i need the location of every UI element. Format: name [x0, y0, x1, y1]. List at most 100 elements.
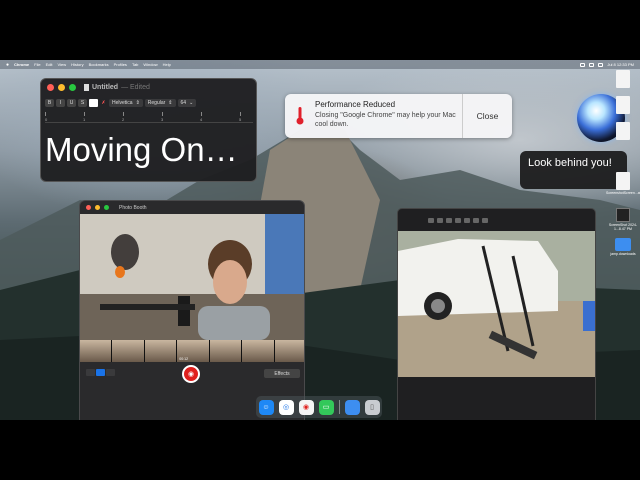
window-title: Photo Booth	[119, 204, 147, 211]
rotate-icon[interactable]	[473, 217, 479, 223]
textedit-window: Untitled — Edited B I U S ✗ Helvetica ⇕ R…	[40, 78, 257, 182]
apple-logo-icon[interactable]: ●	[6, 62, 9, 68]
menu-help[interactable]: Help	[163, 62, 171, 67]
ruler-tick	[162, 112, 163, 116]
photo-booth-icon[interactable]: ◉	[298, 399, 314, 415]
edited-indicator: — Edited	[121, 83, 150, 91]
font-size-field[interactable]: 64 ⌄	[177, 98, 197, 107]
folder-icon	[615, 238, 631, 251]
desktop-file[interactable]	[606, 122, 640, 141]
chrome-icon[interactable]: ◎	[278, 399, 294, 415]
ruler-number: 0	[45, 117, 48, 122]
desktop-file[interactable]: ScreenshotScreen...at...	[606, 172, 640, 195]
document-icon	[616, 70, 630, 88]
menu-file[interactable]: File	[34, 62, 40, 67]
desktop-file-label: jamp.downloads	[610, 252, 636, 256]
zoom-out-icon[interactable]	[437, 217, 443, 223]
photo-thumbnail-strip[interactable]: 00:12	[80, 340, 304, 362]
desktop-file-label: ScreenShot 2024-1...8.47 PM	[608, 223, 638, 231]
italic-button[interactable]: I	[56, 98, 65, 107]
menu-bar: ● Chrome File Edit View History Bookmark…	[0, 60, 640, 69]
close-window-button[interactable]	[47, 83, 54, 91]
menu-clock[interactable]: Jul 8 12:33 PM	[607, 62, 634, 67]
font-family-value: Helvetica	[112, 99, 133, 106]
ruler-number: 1	[83, 117, 86, 122]
photo-thumbnail[interactable]	[209, 340, 242, 362]
performance-notification[interactable]: Performance Reduced Closing "Google Chro…	[285, 94, 512, 138]
zoom-in-icon[interactable]	[446, 217, 452, 223]
document-text[interactable]: Moving On…	[45, 131, 238, 169]
underline-button[interactable]: U	[67, 98, 76, 107]
ruler-number: 5	[239, 117, 242, 122]
sidebar-toggle-icon[interactable]	[428, 217, 434, 223]
font-style-select[interactable]: Regular ⇕	[144, 98, 176, 107]
menu-view[interactable]: View	[58, 62, 67, 67]
four-up-mode-icon[interactable]	[86, 369, 95, 376]
desktop-file[interactable]	[606, 70, 640, 89]
single-photo-mode-icon[interactable]	[96, 369, 105, 376]
search-icon[interactable]	[482, 217, 488, 223]
ruler[interactable]: 0 1 2 3 4 5	[45, 111, 253, 123]
window-controls	[86, 205, 109, 210]
notification-close-button[interactable]: Close	[462, 94, 512, 138]
menu-edit[interactable]: Edit	[46, 62, 53, 67]
text-color-swatch[interactable]	[89, 98, 98, 107]
photo-thumbnail[interactable]	[80, 340, 112, 362]
font-family-select[interactable]: Helvetica ⇕	[109, 98, 143, 107]
photo-thumbnail[interactable]	[274, 340, 304, 362]
menu-bookmarks[interactable]: Bookmarks	[89, 62, 109, 67]
desktop-folder[interactable]: jamp.downloads	[606, 238, 640, 256]
chevron-updown-icon: ⇕	[168, 99, 173, 106]
messages-icon[interactable]: ▭	[318, 399, 334, 415]
camera-icon: ◉	[187, 371, 195, 378]
bold-button[interactable]: B	[45, 98, 54, 107]
trash-icon[interactable]: ▯	[364, 399, 380, 415]
notification-body: Performance Reduced Closing "Google Chro…	[315, 94, 462, 138]
markup-icon[interactable]	[464, 217, 470, 223]
document-icon	[84, 83, 89, 91]
dock-separator	[338, 400, 340, 414]
ruler-tick	[123, 112, 124, 116]
wifi-icon[interactable]	[589, 62, 595, 67]
strikethrough-button[interactable]: S	[78, 98, 87, 107]
ruler-tick	[45, 112, 46, 116]
downloads-folder-icon[interactable]	[344, 399, 360, 415]
zoom-window-button[interactable]	[104, 205, 109, 210]
notification-title: Performance Reduced	[315, 100, 396, 109]
photo-thumbnail[interactable]	[112, 340, 144, 362]
desktop-file[interactable]	[606, 96, 640, 115]
video-thumbnail[interactable]: 00:12	[177, 340, 209, 362]
take-photo-button[interactable]: ◉	[182, 365, 200, 383]
menu-history[interactable]: History	[71, 62, 83, 67]
desktop: ● Chrome File Edit View History Bookmark…	[0, 60, 640, 420]
desktop-screenshot[interactable]: ScreenShot 2024-1...8.47 PM	[606, 208, 640, 231]
effects-button[interactable]: Effects	[264, 369, 300, 378]
menu-profiles[interactable]: Profiles	[114, 62, 127, 67]
chevron-updown-icon: ⇕	[135, 99, 140, 106]
share-icon[interactable]	[455, 217, 461, 223]
menu-window[interactable]: Window	[143, 62, 157, 67]
battery-icon[interactable]	[580, 62, 586, 67]
close-window-button[interactable]	[86, 205, 91, 210]
desktop-file-label: ScreenshotScreen...at...	[606, 191, 640, 195]
photo-booth-titlebar[interactable]: Photo Booth	[80, 201, 304, 214]
font-size-value: 64	[180, 99, 187, 106]
format-toolbar: B I U S ✗ Helvetica ⇕ Regular ⇕ 64 ⌄	[45, 97, 197, 108]
font-style-value: Regular	[147, 99, 166, 106]
textedit-titlebar[interactable]: Untitled — Edited	[41, 79, 256, 95]
minimize-window-button[interactable]	[58, 83, 65, 91]
background-color-none-icon[interactable]: ✗	[100, 100, 107, 106]
zoom-window-button[interactable]	[69, 83, 76, 91]
minimize-window-button[interactable]	[95, 205, 100, 210]
menu-tab[interactable]: Tab	[132, 62, 138, 67]
document-icon	[616, 96, 630, 114]
thermometer-icon	[285, 94, 315, 138]
photo-thumbnail[interactable]	[242, 340, 274, 362]
menu-app-chrome[interactable]: Chrome	[14, 62, 29, 67]
ruler-number: 3	[161, 117, 164, 122]
photo-thumbnail[interactable]	[144, 340, 177, 362]
video-mode-icon[interactable]	[106, 369, 115, 376]
finder-icon[interactable]: ☺	[258, 399, 274, 415]
menu-status-area: Jul 8 12:33 PM	[580, 62, 634, 67]
control-center-icon[interactable]	[598, 62, 604, 67]
